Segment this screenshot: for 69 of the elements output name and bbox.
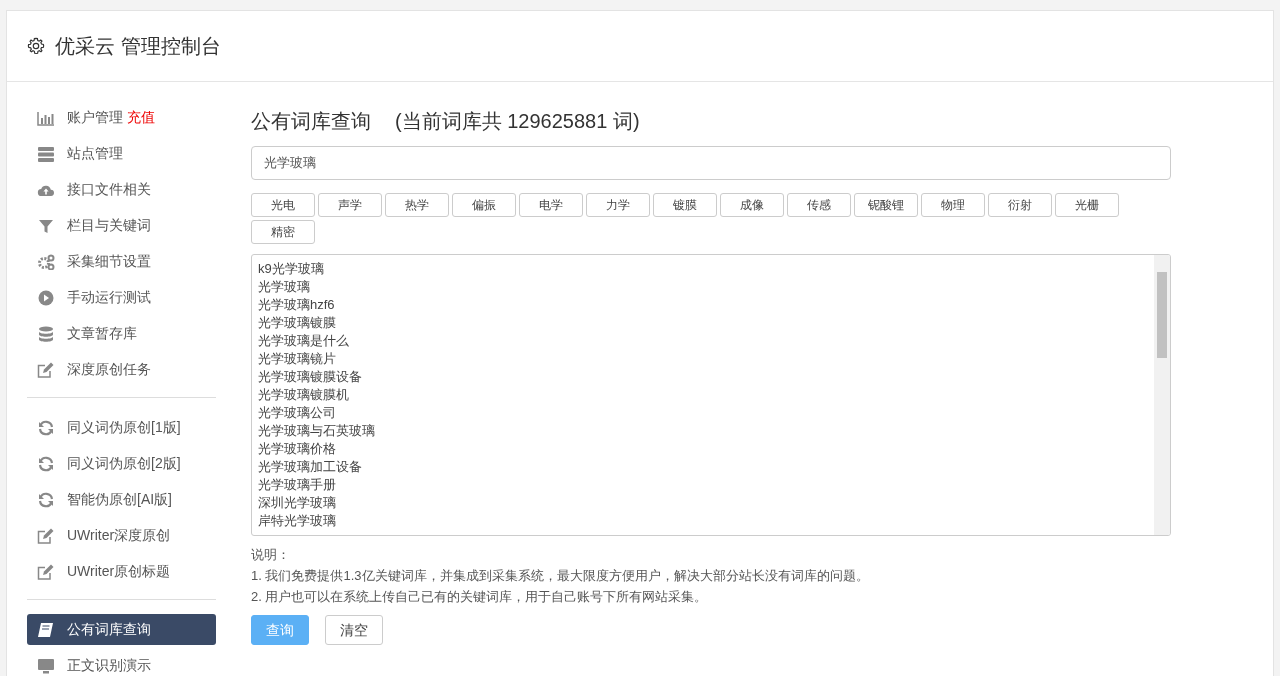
note-text: 1. 我们免费提供1.3亿关键词库，并集成到采集系统，最大限度方便用户，解决大部分站长没有词库的问题。 bbox=[251, 567, 870, 585]
edit-icon bbox=[37, 361, 55, 378]
category-button[interactable]: 热学 bbox=[385, 193, 449, 217]
category-button[interactable]: 镀膜 bbox=[653, 193, 717, 217]
keyword-item: 光学玻璃镀膜 bbox=[258, 314, 337, 332]
sidebar-item[interactable]: 正文识别演示 bbox=[27, 650, 216, 676]
keyword-item: 光学玻璃与石英玻璃 bbox=[258, 422, 376, 440]
keyword-item: 光学玻璃镀膜机 bbox=[258, 386, 350, 404]
refresh-icon bbox=[37, 491, 55, 508]
keyword-item: 光学玻璃价格 bbox=[258, 440, 337, 458]
sidebar-item[interactable]: 同义词伪原创[2版] bbox=[27, 448, 216, 479]
keyword-item: 光学玻璃hzf6 bbox=[258, 296, 336, 314]
refresh-icon bbox=[37, 419, 55, 436]
note-text: 2. 用户也可以在系统上传自己已有的关键词库，用于自己账号下所有网站采集。 bbox=[251, 588, 709, 606]
play-icon bbox=[37, 289, 55, 306]
keyword-item: k9光学玻璃 bbox=[258, 260, 325, 278]
notes-title: 说明： bbox=[251, 546, 291, 564]
results-list[interactable]: k9光学玻璃 光学玻璃 光学玻璃hzf6 光学玻璃镀膜 光学玻璃是什么 光学玻璃镜片 光学玻璃镀膜设备 光学玻璃镀膜机 光学玻璃公司 光学玻璃与石英玻璃 光学玻璃价格 光学玻璃加工设备 光学玻璃手册 深圳光学玻璃 岸特光学玻璃 bbox=[251, 254, 1171, 536]
monitor-icon bbox=[37, 657, 55, 674]
app-title: 优采云 管理控制台 bbox=[55, 34, 221, 59]
keyword-item: 深圳光学玻璃 bbox=[258, 494, 337, 512]
server-icon bbox=[37, 145, 55, 162]
database-icon bbox=[37, 325, 55, 342]
sidebar-item[interactable]: 公有词库查询 bbox=[27, 614, 216, 645]
category-button[interactable]: 物理 bbox=[921, 193, 985, 217]
category-button[interactable]: 精密 bbox=[251, 220, 315, 244]
scrollbar[interactable] bbox=[1154, 255, 1170, 535]
edit-icon bbox=[37, 563, 55, 580]
filter-icon bbox=[37, 217, 55, 234]
sidebar-item[interactable]: UWriter原创标题 bbox=[27, 556, 216, 587]
book-icon bbox=[37, 621, 55, 638]
sidebar-item[interactable]: 栏目与关键词 bbox=[27, 210, 216, 241]
sidebar-item[interactable]: 接口文件相关 bbox=[27, 174, 216, 205]
category-button[interactable]: 铌酸锂 bbox=[854, 193, 918, 217]
refresh-icon bbox=[37, 455, 55, 472]
bar-chart-icon bbox=[37, 109, 55, 126]
category-button[interactable]: 衍射 bbox=[988, 193, 1052, 217]
sidebar-item[interactable]: 站点管理 bbox=[27, 138, 216, 169]
sidebar-item[interactable]: 同义词伪原创[1版] bbox=[27, 412, 216, 443]
search-field[interactable]: 光学玻璃 bbox=[251, 146, 1171, 180]
sidebar-item[interactable]: 文章暂存库 bbox=[27, 318, 216, 349]
keyword-item: 光学玻璃手册 bbox=[258, 476, 337, 494]
page-title: 公有词库查询 bbox=[251, 110, 371, 132]
keyword-item: 光学玻璃 bbox=[258, 278, 311, 296]
keyword-item: 光学玻璃是什么 bbox=[258, 332, 350, 350]
sidebar-item[interactable]: 采集细节设置 bbox=[27, 246, 216, 277]
sidebar-item[interactable]: 深度原创任务 bbox=[27, 354, 216, 385]
keyword-item: 岸特光学玻璃 bbox=[258, 512, 337, 530]
word-count: (当前词库共 129625881 词) bbox=[395, 110, 640, 132]
keyword-item: 光学玻璃镀膜设备 bbox=[258, 368, 363, 386]
category-button[interactable]: 偏振 bbox=[452, 193, 516, 217]
sidebar-item[interactable]: 账户管理 充值 bbox=[27, 102, 216, 133]
clear-button[interactable]: 清空 bbox=[325, 615, 383, 645]
keyword-item: 光学玻璃加工设备 bbox=[258, 458, 363, 476]
category-button[interactable]: 电学 bbox=[519, 193, 583, 217]
keyword-item: 光学玻璃镜片 bbox=[258, 350, 337, 368]
category-button[interactable]: 力学 bbox=[586, 193, 650, 217]
sidebar-item[interactable]: 智能伪原创[AI版] bbox=[27, 484, 216, 515]
settings-icon bbox=[27, 37, 45, 55]
edit-icon bbox=[37, 527, 55, 544]
category-button[interactable]: 成像 bbox=[720, 193, 784, 217]
category-button[interactable]: 光栅 bbox=[1055, 193, 1119, 217]
gears-icon bbox=[37, 253, 55, 270]
sidebar-item[interactable]: UWriter深度原创 bbox=[27, 520, 216, 551]
category-button[interactable]: 传感 bbox=[787, 193, 851, 217]
category-button[interactable]: 光电 bbox=[251, 193, 315, 217]
category-button[interactable]: 声学 bbox=[318, 193, 382, 217]
keyword-item: 光学玻璃公司 bbox=[258, 404, 337, 422]
sidebar-item[interactable]: 手动运行测试 bbox=[27, 282, 216, 313]
